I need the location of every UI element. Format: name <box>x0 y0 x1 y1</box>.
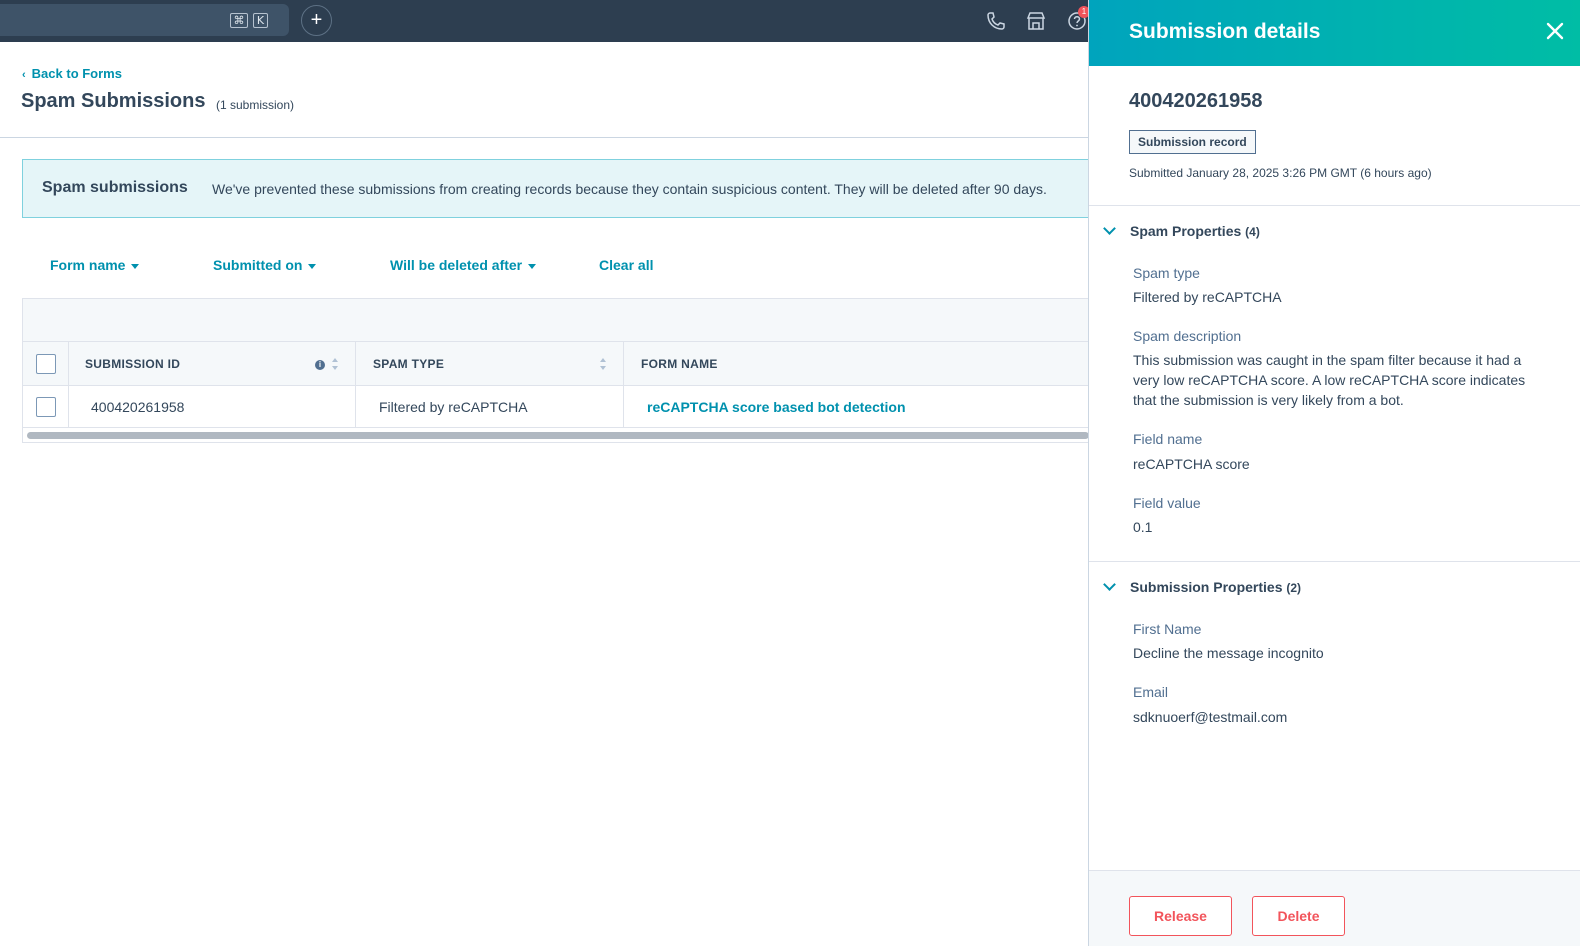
submission-properties-title: Submission Properties <box>1130 579 1283 595</box>
spam-type-value: Filtered by reCAPTCHA <box>1133 289 1282 305</box>
select-all-cell <box>23 342 69 385</box>
column-label-form-name: FORM NAME <box>641 357 718 371</box>
caret-down-icon <box>131 263 140 269</box>
spam-type-label: Spam type <box>1133 265 1200 281</box>
spam-type-value: Filtered by reCAPTCHA <box>379 399 528 415</box>
page-title: Spam Submissions <box>21 90 206 112</box>
submissions-table: SUBMISSION ID i SPAM TYPE FORM NAME 4004… <box>22 298 1092 443</box>
spam-info-banner: Spam submissions We've prevented these s… <box>22 159 1102 218</box>
marketplace-icon[interactable] <box>1025 10 1047 32</box>
close-icon[interactable] <box>1544 20 1566 42</box>
submission-properties-count: (2) <box>1286 581 1302 595</box>
submission-id-value: 400420261958 <box>91 399 185 415</box>
panel-title: Submission details <box>1129 20 1321 43</box>
field-value-label: Field value <box>1133 495 1201 511</box>
field-name-value: reCAPTCHA score <box>1133 456 1250 472</box>
row-checkbox[interactable] <box>36 397 56 417</box>
first-name-value: Decline the message incognito <box>1133 645 1324 661</box>
form-name-link[interactable]: reCAPTCHA score based bot detection <box>647 399 906 415</box>
submission-record-badge: Submission record <box>1129 130 1256 154</box>
will-be-deleted-after-filter[interactable]: Will be deleted after <box>390 257 537 273</box>
spam-description-label: Spam description <box>1133 328 1242 344</box>
spam-properties-toggle[interactable]: Spam Properties (4) <box>1103 222 1260 239</box>
first-name-label: First Name <box>1133 621 1202 637</box>
column-label-submission-id: SUBMISSION ID <box>85 357 181 371</box>
caret-down-icon <box>528 263 537 269</box>
record-id: 400420261958 <box>1129 90 1263 112</box>
panel-divider <box>1089 205 1580 206</box>
column-header-submission-id[interactable]: SUBMISSION ID i <box>69 342 356 385</box>
form-name-cell: reCAPTCHA score based bot detection <box>624 386 1093 427</box>
banner-title: Spam submissions <box>42 179 188 196</box>
table-header-row: SUBMISSION ID i SPAM TYPE FORM NAME <box>23 342 1091 386</box>
submitted-on-filter[interactable]: Submitted on <box>213 257 317 273</box>
info-icon[interactable]: i <box>315 360 325 370</box>
caret-down-icon <box>308 263 317 269</box>
row-select-cell <box>23 386 69 427</box>
submitted-timestamp: Submitted January 28, 2025 3:26 PM GMT (… <box>1129 166 1432 180</box>
back-link-label: Back to Forms <box>31 66 122 81</box>
global-search-input[interactable]: ⌘ K <box>0 4 289 36</box>
header-divider <box>0 137 1090 138</box>
chevron-down-icon <box>1103 578 1116 591</box>
submission-details-panel: Submission details 400420261958 Submissi… <box>1088 0 1580 946</box>
field-name-label: Field name <box>1133 431 1203 447</box>
column-header-spam-type[interactable]: SPAM TYPE <box>356 342 624 385</box>
back-to-forms-link[interactable]: ‹ Back to Forms <box>22 66 122 81</box>
release-button[interactable]: Release <box>1129 896 1232 936</box>
submitted-on-filter-label: Submitted on <box>213 257 303 273</box>
sort-icon[interactable] <box>331 357 339 371</box>
sort-icon[interactable] <box>599 357 607 371</box>
panel-divider <box>1089 561 1580 562</box>
create-new-button[interactable]: + <box>301 5 332 36</box>
email-label: Email <box>1133 684 1169 700</box>
field-value-value: 0.1 <box>1133 519 1153 535</box>
select-all-checkbox[interactable] <box>36 354 56 374</box>
form-name-filter-label: Form name <box>50 257 126 273</box>
table-toolbar <box>23 299 1091 342</box>
column-label-spam-type: SPAM TYPE <box>373 357 445 371</box>
panel-header: Submission details <box>1089 0 1580 66</box>
horizontal-scrollbar[interactable] <box>27 432 1089 439</box>
submission-count: (1 submission) <box>216 98 295 112</box>
table-row[interactable]: 400420261958 Filtered by reCAPTCHA reCAP… <box>23 386 1091 428</box>
spam-type-cell: Filtered by reCAPTCHA <box>356 386 624 427</box>
spam-properties-count: (4) <box>1245 225 1260 239</box>
submission-id-cell: 400420261958 <box>69 386 356 427</box>
panel-footer: Release Delete <box>1089 870 1580 946</box>
clear-all-filters-button[interactable]: Clear all <box>599 257 653 273</box>
form-name-filter[interactable]: Form name <box>50 257 140 273</box>
submission-properties-toggle[interactable]: Submission Properties (2) <box>1103 578 1302 595</box>
column-header-form-name[interactable]: FORM NAME <box>624 342 1093 385</box>
delete-button[interactable]: Delete <box>1252 896 1345 936</box>
command-key-icon: ⌘ <box>230 13 248 28</box>
spam-properties-title: Spam Properties <box>1130 223 1242 239</box>
phone-icon[interactable] <box>984 10 1006 32</box>
banner-text: We've prevented these submissions from c… <box>212 181 1047 197</box>
will-be-deleted-filter-label: Will be deleted after <box>390 257 523 273</box>
email-value: sdknuoerf@testmail.com <box>1133 709 1288 725</box>
k-key-hint: K <box>253 13 268 28</box>
chevron-down-icon <box>1103 222 1116 235</box>
spam-description-value: This submission was caught in the spam f… <box>1133 352 1526 408</box>
chevron-left-icon: ‹ <box>22 69 26 81</box>
